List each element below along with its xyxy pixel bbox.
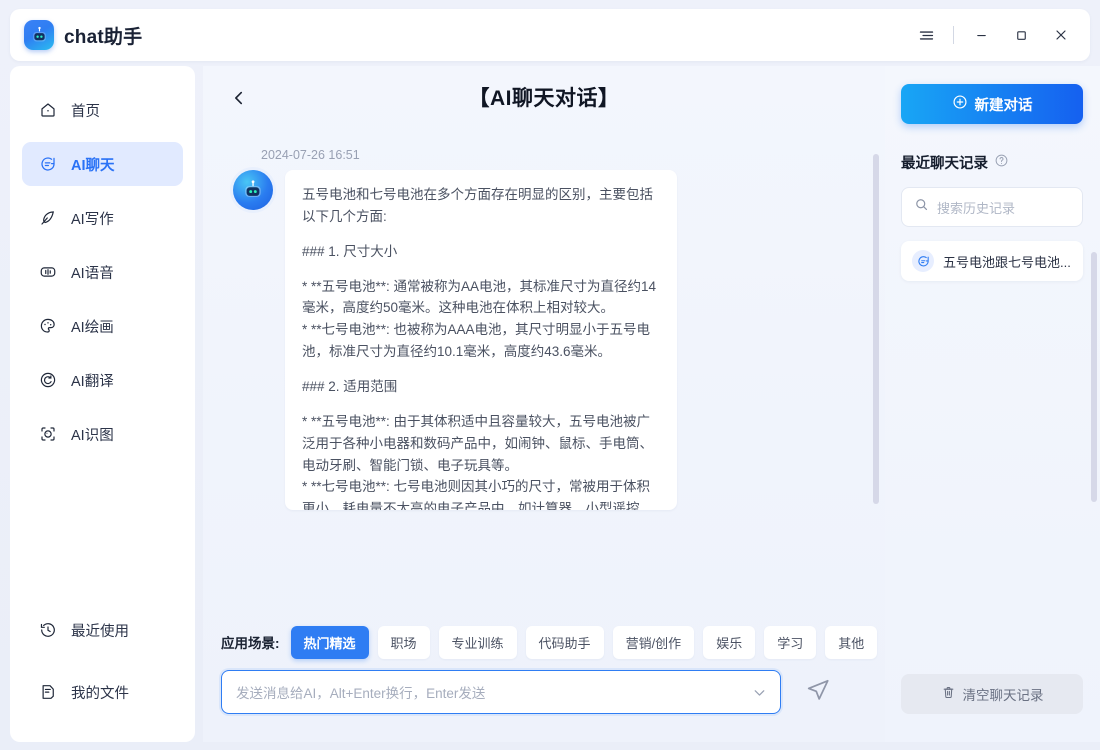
chat-header: 【AI聊天对话】 [203,66,885,128]
search-icon [914,197,929,217]
scene-chip-workplace[interactable]: 职场 [377,625,430,659]
scene-chip-pro-training[interactable]: 专业训练 [438,625,517,659]
chat-bubble-icon [38,154,58,174]
minimize-icon[interactable] [968,22,994,48]
ai-message-bubble: 五号电池和七号电池在多个方面存在明显的区别，主要包括以下几个方面: ### 1.… [285,170,677,510]
scenes-label: 应用场景: [221,636,280,651]
brand: chat助手 [10,20,142,50]
window-controls [913,22,1090,48]
scene-chip-study[interactable]: 学习 [764,625,817,659]
home-icon [38,100,58,120]
audio-wave-icon [38,262,58,282]
ai-paragraph: * **五号电池**: 由于其体积适中且容量较大，五号电池被广泛用于各种小电器和… [302,413,653,510]
history-title-label: 最近聊天记录 [901,156,988,172]
plus-circle-icon [952,94,968,114]
file-document-icon [38,682,58,702]
message-timestamp: 2024-07-26 16:51 [261,148,360,162]
image-scan-icon [38,424,58,444]
feather-pen-icon [38,208,58,228]
sidebar-item-label: 首页 [71,103,100,120]
input-row: 发送消息给AI，Alt+Enter换行，Enter发送 [221,670,867,714]
history-list-item[interactable]: 五号电池跟七号电池... [901,241,1083,281]
sidebar-item-ai-chat[interactable]: AI聊天 [22,142,183,186]
clear-history-label: 清空聊天记录 [962,688,1044,703]
sidebar-item-ai-voice[interactable]: AI语音 [22,250,183,294]
close-icon[interactable] [1048,22,1074,48]
history-section-title: 最近聊天记录 [901,152,1084,173]
sidebar-item-home[interactable]: 首页 [22,88,183,132]
sidebar-item-ai-writing[interactable]: AI写作 [22,196,183,240]
right-panel: 新建对话 最近聊天记录 搜索历史记录 五号电池跟七号电池... 清空聊天记录 [885,66,1100,742]
sidebar-item-label: 我的文件 [71,685,129,702]
sidebar-item-ai-image-recognition[interactable]: AI识图 [22,412,183,456]
sidebar-item-label: AI绘画 [71,319,114,336]
avatar [233,170,273,210]
scene-chip-hot[interactable]: 热门精选 [290,625,369,659]
scene-chip-other[interactable]: 其他 [825,625,878,659]
message-list: 2024-07-26 16:51 五号电池跟七号电池有什么区别? 2024-07… [203,148,885,640]
ai-paragraph: ### 1. 尺寸大小 [302,243,398,259]
page-title: 【AI聊天对话】 [468,87,620,110]
send-paper-plane-icon [805,677,831,708]
chat-panel: 【AI聊天对话】 2024-07-26 16:51 五号电池跟七号电池有什么区别… [203,66,885,742]
history-scrollbar[interactable] [1091,252,1097,502]
ai-paragraph: 五号电池和七号电池在多个方面存在明显的区别，主要包括以下几个方面: [302,187,653,224]
sidebar-item-label: 最近使用 [71,623,129,640]
sidebar-item-ai-translate[interactable]: AI翻译 [22,358,183,402]
history-item-label: 五号电池跟七号电池... [943,254,1071,270]
robot-icon [24,20,54,50]
maximize-icon[interactable] [1008,22,1034,48]
chat-scrollbar[interactable] [873,154,879,504]
new-chat-button[interactable]: 新建对话 [901,84,1083,124]
new-chat-label: 新建对话 [974,97,1033,114]
composer: 应用场景: 热门精选 职场 专业训练 代码助手 营销/创作 娱乐 学习 其他 发… [203,620,885,742]
sidebar-item-label: AI聊天 [71,157,115,174]
scene-chip-entertainment[interactable]: 娱乐 [703,625,756,659]
trash-icon [941,685,956,703]
scene-chip-code-assistant[interactable]: 代码助手 [525,625,604,659]
sidebar-item-ai-drawing[interactable]: AI绘画 [22,304,183,348]
sidebar-bottom-group: 最近使用 我的文件 [10,608,195,742]
question-circle-icon[interactable] [994,153,1009,172]
hamburger-menu-icon[interactable] [913,22,939,48]
divider [953,26,954,44]
chat-bubble-icon [912,250,934,272]
scene-chip-marketing[interactable]: 营销/创作 [612,625,695,659]
message-input[interactable]: 发送消息给AI，Alt+Enter换行，Enter发送 [221,670,781,714]
send-button[interactable] [787,670,849,714]
sidebar-item-label: AI写作 [71,211,114,228]
app-title: chat助手 [64,26,143,48]
sidebar-item-label: AI识图 [71,427,114,444]
ai-paragraph: * **五号电池**: 通常被称为AA电池，其标准尺寸为直径约14毫米，高度约5… [302,278,657,360]
title-bar: chat助手 [10,9,1090,61]
sidebar-item-my-files[interactable]: 我的文件 [22,670,183,714]
ai-paragraph: ### 2. 适用范围 [302,379,398,395]
sidebar-item-recent[interactable]: 最近使用 [22,608,183,652]
clear-history-button[interactable]: 清空聊天记录 [901,674,1083,714]
message-input-placeholder: 发送消息给AI，Alt+Enter换行，Enter发送 [236,686,486,701]
history-clock-icon [38,620,58,640]
palette-icon [38,316,58,336]
translate-circle-icon [38,370,58,390]
search-placeholder: 搜索历史记录 [937,200,1016,216]
search-history-input[interactable]: 搜索历史记录 [901,187,1083,227]
sidebar: 首页 AI聊天 AI写作 AI语音 AI绘画 AI翻译 AI识图 最近使用 我的… [10,66,195,742]
sidebar-item-label: AI翻译 [71,373,114,390]
message-row-ai: 五号电池和七号电池在多个方面存在明显的区别，主要包括以下几个方面: ### 1.… [233,170,855,510]
chevron-left-icon[interactable] [227,86,251,110]
scene-tag-bar: 应用场景: 热门精选 职场 专业训练 代码助手 营销/创作 娱乐 学习 其他 [221,620,878,664]
app-window: chat助手 首页 AI聊天 AI写作 AI语音 AI绘画 AI翻译 AI识图 … [0,0,1100,750]
chevron-down-icon[interactable] [751,684,768,706]
sidebar-item-label: AI语音 [71,265,114,282]
